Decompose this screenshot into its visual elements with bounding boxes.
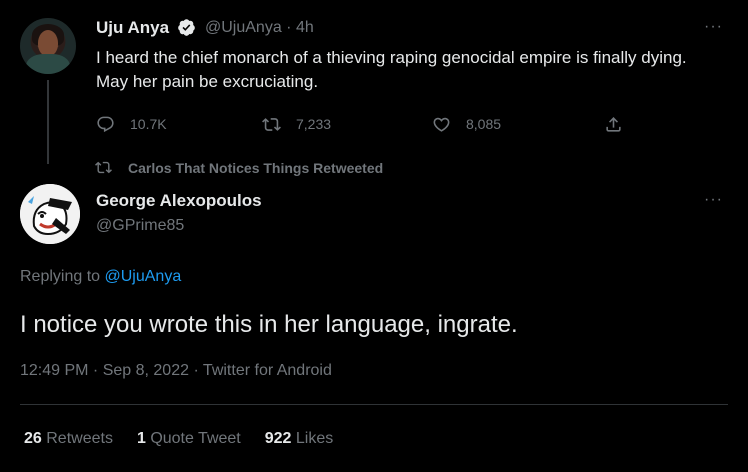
- stat-quote-tweets[interactable]: 1 Quote Tweet: [137, 430, 241, 448]
- more-icon[interactable]: ···: [704, 191, 723, 209]
- retweet-icon: [95, 161, 112, 174]
- like-count: 8,085: [466, 116, 502, 132]
- stat-likes[interactable]: 922 Likes: [265, 430, 334, 448]
- verified-icon: [178, 19, 195, 36]
- retweet-icon: [262, 117, 281, 131]
- thread-line: [47, 80, 49, 164]
- avatar-illustration: [20, 184, 80, 244]
- reply-button[interactable]: 10.7K: [96, 114, 167, 134]
- author-handle[interactable]: @GPrime85: [96, 217, 184, 235]
- author-name[interactable]: Uju Anya: [96, 18, 169, 38]
- retweet-count: 7,233: [296, 116, 332, 132]
- tweet-time: 4h: [295, 19, 314, 36]
- avatar[interactable]: [20, 184, 80, 244]
- tweet-text: I notice you wrote this in her language,…: [20, 311, 518, 338]
- reply-count: 10.7K: [130, 116, 167, 132]
- stat-retweets[interactable]: 26 Retweets: [24, 430, 113, 448]
- mention-link[interactable]: @UjuAnya: [105, 268, 182, 285]
- like-icon: [433, 117, 450, 132]
- share-button[interactable]: [604, 114, 623, 134]
- replying-to: Replying to @UjuAnya: [20, 268, 182, 285]
- divider: [20, 404, 728, 405]
- tweet-meta[interactable]: 12:49 PM · Sep 8, 2022 · Twitter for And…: [20, 362, 332, 380]
- retweet-banner[interactable]: Carlos That Notices Things Retweeted: [95, 159, 383, 176]
- tweet-text: I heard the chief monarch of a thieving …: [96, 48, 687, 91]
- author-handle[interactable]: @UjuAnya · 4h: [205, 19, 314, 37]
- retweet-button[interactable]: 7,233: [262, 114, 331, 134]
- more-icon[interactable]: ···: [704, 18, 723, 36]
- reply-icon: [97, 116, 114, 132]
- author-name[interactable]: George Alexopoulos: [96, 191, 262, 211]
- like-button[interactable]: 8,085: [432, 114, 501, 134]
- retweet-banner-text: Carlos That Notices Things Retweeted: [128, 159, 384, 176]
- avatar[interactable]: [20, 18, 76, 74]
- share-icon: [606, 116, 621, 132]
- tweet-stats: 26 Retweets 1 Quote Tweet 922 Likes: [24, 430, 357, 448]
